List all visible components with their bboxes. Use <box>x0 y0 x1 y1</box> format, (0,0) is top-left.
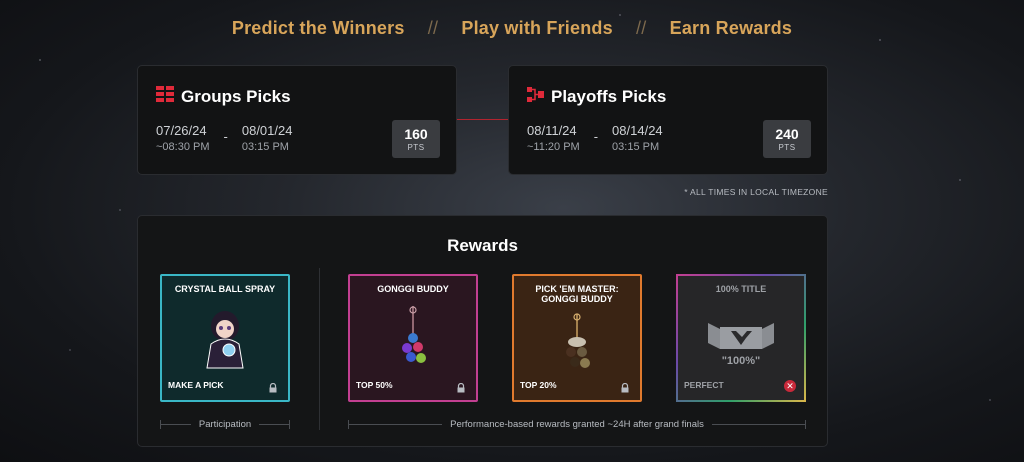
date-range-dash: - <box>593 129 599 144</box>
date-range-dash: - <box>223 129 228 144</box>
performance-label: Performance-based rewards granted ~24H a… <box>450 419 704 430</box>
bracket-tick <box>289 420 290 429</box>
playoffs-points-unit: PTS <box>778 143 796 152</box>
groups-picks-card[interactable]: Groups Picks 07/26/24 ~08:30 PM - 08/01/… <box>137 65 457 175</box>
pickem-master-buddy-image <box>514 312 640 382</box>
playoffs-start-time: ~11:20 PM <box>527 141 580 153</box>
groups-points-value: 160 <box>404 126 428 142</box>
tagline-separator: // <box>427 18 439 38</box>
tagline-earn: Earn Rewards <box>669 18 793 38</box>
rewards-divider <box>319 268 320 430</box>
reward-label: CRYSTAL BALL SPRAY <box>174 284 276 294</box>
bracket-line <box>711 424 805 425</box>
playoffs-start-date: 08/11/24 <box>527 123 577 138</box>
reward-label: 100% TITLE <box>715 284 767 294</box>
groups-start-date: 07/26/24 <box>156 123 207 138</box>
groups-picks-header: Groups Picks <box>156 86 291 107</box>
banner-icon <box>708 323 774 349</box>
bracket-line <box>161 424 191 425</box>
lock-icon <box>620 380 630 393</box>
reward-card-crystal-ball-spray[interactable]: CRYSTAL BALL SPRAY MAKE A PICK <box>160 274 290 402</box>
tagline-separator: // <box>636 18 647 38</box>
playoffs-picks-title: Playoffs Picks <box>551 87 667 106</box>
lock-icon <box>268 380 278 393</box>
bracket-tick <box>805 420 806 429</box>
groups-points-unit: PTS <box>407 143 425 152</box>
playoffs-end-time: 03:15 PM <box>612 141 660 153</box>
groups-end-date: 08/01/24 <box>241 123 293 138</box>
tagline: Predict the Winners // Play with Friends… <box>0 18 1024 39</box>
bracket-line <box>259 424 289 425</box>
participation-note: Participation <box>160 419 290 430</box>
participation-label: Participation <box>198 419 252 430</box>
reward-footer: TOP 50% <box>356 380 393 390</box>
title-banner-image: "100%" <box>678 308 804 378</box>
reward-card-100-percent-title[interactable]: 100% TITLE "100%" PERFECT ✕ <box>676 274 806 402</box>
playoffs-date-range: 08/11/24 ~11:20 PM - 08/14/24 03:15 PM <box>527 123 663 153</box>
failed-x-icon: ✕ <box>784 380 796 392</box>
playoffs-end-date: 08/14/24 <box>612 123 663 138</box>
playoffs-picks-card[interactable]: Playoffs Picks 08/11/24 ~11:20 PM - 08/1… <box>508 65 828 175</box>
performance-note: Performance-based rewards granted ~24H a… <box>348 419 806 430</box>
gonggi-buddy-image <box>350 304 476 374</box>
reward-footer: MAKE A PICK <box>168 380 224 390</box>
bracket-icon <box>527 86 544 108</box>
bracket-line <box>349 424 443 425</box>
playoffs-points-badge: 240 PTS <box>763 120 811 158</box>
crystal-ball-spray-image <box>162 304 288 374</box>
reward-label: GONGGI BUDDY <box>377 284 449 294</box>
tagline-play: Play with Friends <box>461 18 613 38</box>
playoffs-points-value: 240 <box>775 126 799 142</box>
rewards-title: Rewards <box>447 236 518 255</box>
lock-icon <box>456 380 466 393</box>
playoffs-picks-header: Playoffs Picks <box>527 86 666 108</box>
reward-card-pickem-master-gonggi-buddy[interactable]: PICK 'EM MASTER: GONGGI BUDDY TOP 20% <box>512 274 642 402</box>
reward-footer: TOP 20% <box>520 380 557 390</box>
timezone-note: * ALL TIMES IN LOCAL TIMEZONE <box>684 187 828 197</box>
groups-picks-title: Groups Picks <box>181 86 291 106</box>
groups-date-range: 07/26/24 ~08:30 PM - 08/01/24 03:15 PM <box>156 123 292 153</box>
grid-icon <box>156 86 174 107</box>
title-text: "100%" <box>721 355 761 367</box>
reward-label: PICK 'EM MASTER: GONGGI BUDDY <box>535 284 619 304</box>
reward-footer: PERFECT <box>684 380 724 390</box>
groups-start-time: ~08:30 PM <box>156 141 210 153</box>
reward-card-gonggi-buddy[interactable]: GONGGI BUDDY TOP 50% <box>348 274 478 402</box>
stage-connector-line <box>457 119 508 120</box>
groups-points-badge: 160 PTS <box>392 120 440 158</box>
rewards-panel: Rewards CRYSTAL BALL SPRAY MAKE A PICK G… <box>137 215 828 447</box>
tagline-predict: Predict the Winners <box>231 18 405 38</box>
groups-end-time: 03:15 PM <box>241 141 289 153</box>
